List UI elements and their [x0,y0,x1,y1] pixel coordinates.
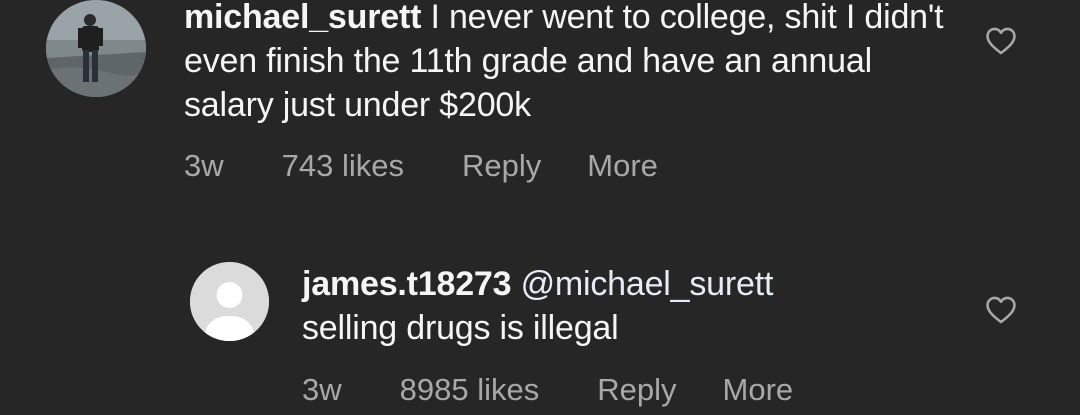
reply-button[interactable]: Reply [597,372,676,408]
comment-username[interactable]: james.t18273 [302,265,512,303]
comment-text: selling drugs is illegal [302,309,619,347]
comment-age: 3w [302,372,342,407]
default-avatar-icon [190,262,269,341]
heart-outline-icon[interactable] [984,24,1018,58]
avatar-photo [46,0,146,97]
comment-body: michael_surett I never went to college, … [184,0,944,127]
comment-age: 3w [184,148,224,183]
comment-likes[interactable]: 743 likes [282,148,404,184]
more-button[interactable]: More [587,148,658,184]
more-button[interactable]: More [723,372,794,408]
reply-comment-item: james.t18273 @michael_surett selling dru… [0,250,1080,415]
comment-username[interactable]: michael_surett [184,0,421,36]
comment-meta: 3w 743 likes Reply More [184,148,716,184]
comment-meta: 3w 8985 likes Reply More [302,372,851,408]
avatar[interactable] [190,262,269,341]
comment-body: james.t18273 @michael_surett selling dru… [302,262,942,350]
comment-likes[interactable]: 8985 likes [400,372,540,408]
reply-button[interactable]: Reply [462,148,541,184]
avatar[interactable] [46,0,146,97]
comment-mention[interactable]: @michael_surett [521,265,774,303]
heart-outline-icon[interactable] [984,293,1018,327]
comment-item: michael_surett I never went to college, … [0,0,1080,200]
